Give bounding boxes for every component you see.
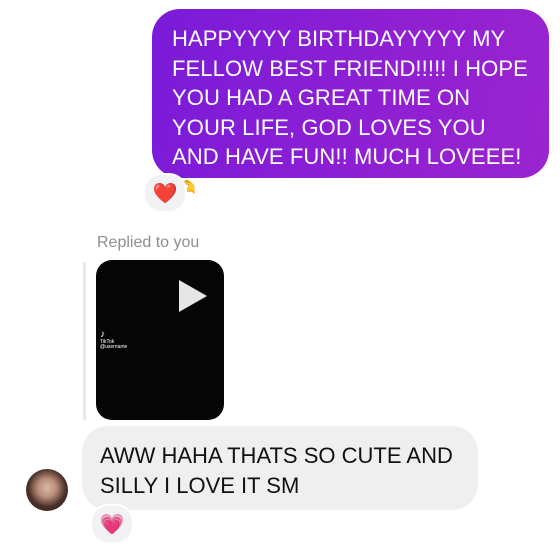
tiktok-watermark: ♪ TikTok @username — [100, 330, 127, 350]
received-message-bubble[interactable]: AWW HAHA THATS SO CUTE AND SILLY I LOVE … — [82, 426, 478, 510]
sent-message-text: HAPPYYYY BIRTHDAYYYYY MY FELLOW BEST FRI… — [172, 26, 528, 169]
received-message-text: AWW HAHA THATS SO CUTE AND SILLY I LOVE … — [100, 443, 453, 498]
sent-message-reaction[interactable]: ❤️ — [143, 173, 187, 213]
red-heart-reaction-icon: ❤️ — [152, 182, 178, 205]
replied-to-you-label: Replied to you — [97, 234, 200, 251]
tiktok-handle-text: @username — [100, 344, 128, 350]
play-icon[interactable] — [179, 280, 207, 312]
pink-heart-reaction-icon: 💗 — [99, 513, 125, 536]
avatar[interactable] — [26, 469, 68, 511]
video-thumbnail[interactable]: ♪ TikTok @username — [96, 260, 224, 420]
received-message-reaction[interactable]: 💗 — [90, 504, 134, 544]
reply-indicator-line — [83, 262, 86, 420]
sent-message-bubble[interactable]: HAPPYYYY BIRTHDAYYYYY MY FELLOW BEST FRI… — [152, 9, 549, 199]
